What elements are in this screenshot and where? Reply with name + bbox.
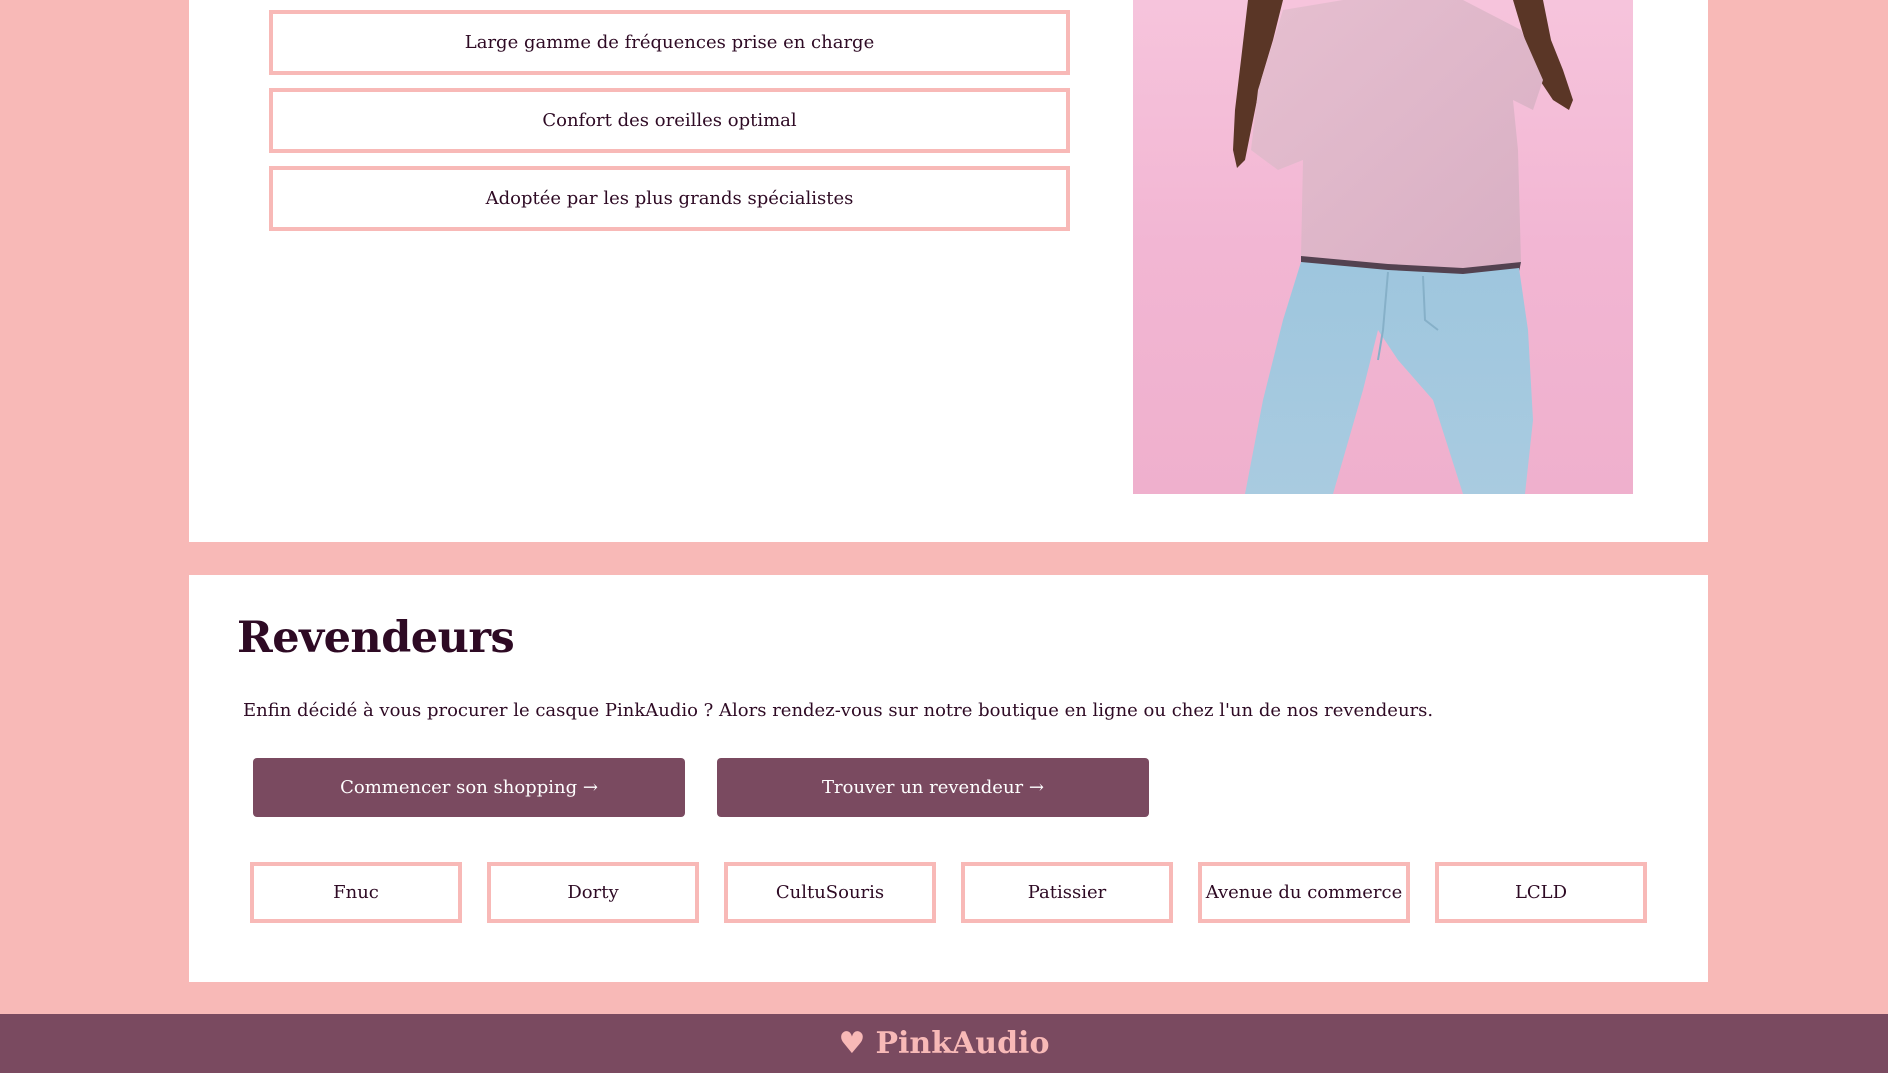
model-photo xyxy=(1133,0,1633,494)
heart-icon: ♥ xyxy=(838,1026,866,1061)
reseller-avenue-du-commerce[interactable]: Avenue du commerce xyxy=(1198,862,1410,923)
feature-item: Confort des oreilles optimal xyxy=(269,88,1070,153)
resellers-description: Enfin décidé à vous procurer le casque P… xyxy=(243,700,1434,721)
feature-item: Large gamme de fréquences prise en charg… xyxy=(269,10,1070,75)
footer-logo[interactable]: ♥ PinkAudio xyxy=(839,1026,1050,1061)
reseller-lcld[interactable]: LCLD xyxy=(1435,862,1647,923)
reseller-dorty[interactable]: Dorty xyxy=(487,862,699,923)
resellers-section: Revendeurs Enfin décidé à vous procurer … xyxy=(189,575,1708,982)
feature-item: Adoptée par les plus grands spécialistes xyxy=(269,166,1070,231)
reseller-patissier[interactable]: Patissier xyxy=(961,862,1173,923)
features-section: Large gamme de fréquences prise en charg… xyxy=(189,0,1708,542)
reseller-cultusouris[interactable]: CultuSouris xyxy=(724,862,936,923)
footer: ♥ PinkAudio xyxy=(0,1014,1888,1073)
find-reseller-button[interactable]: Trouver un revendeur → xyxy=(717,758,1149,817)
reseller-list: Fnuc Dorty CultuSouris Patissier Avenue … xyxy=(250,862,1647,923)
start-shopping-button[interactable]: Commencer son shopping → xyxy=(253,758,685,817)
resellers-title: Revendeurs xyxy=(237,613,515,663)
reseller-fnuc[interactable]: Fnuc xyxy=(250,862,462,923)
model-illustration xyxy=(1233,0,1573,494)
footer-brand-name: PinkAudio xyxy=(875,1026,1050,1061)
feature-list: Large gamme de fréquences prise en charg… xyxy=(269,10,1070,244)
